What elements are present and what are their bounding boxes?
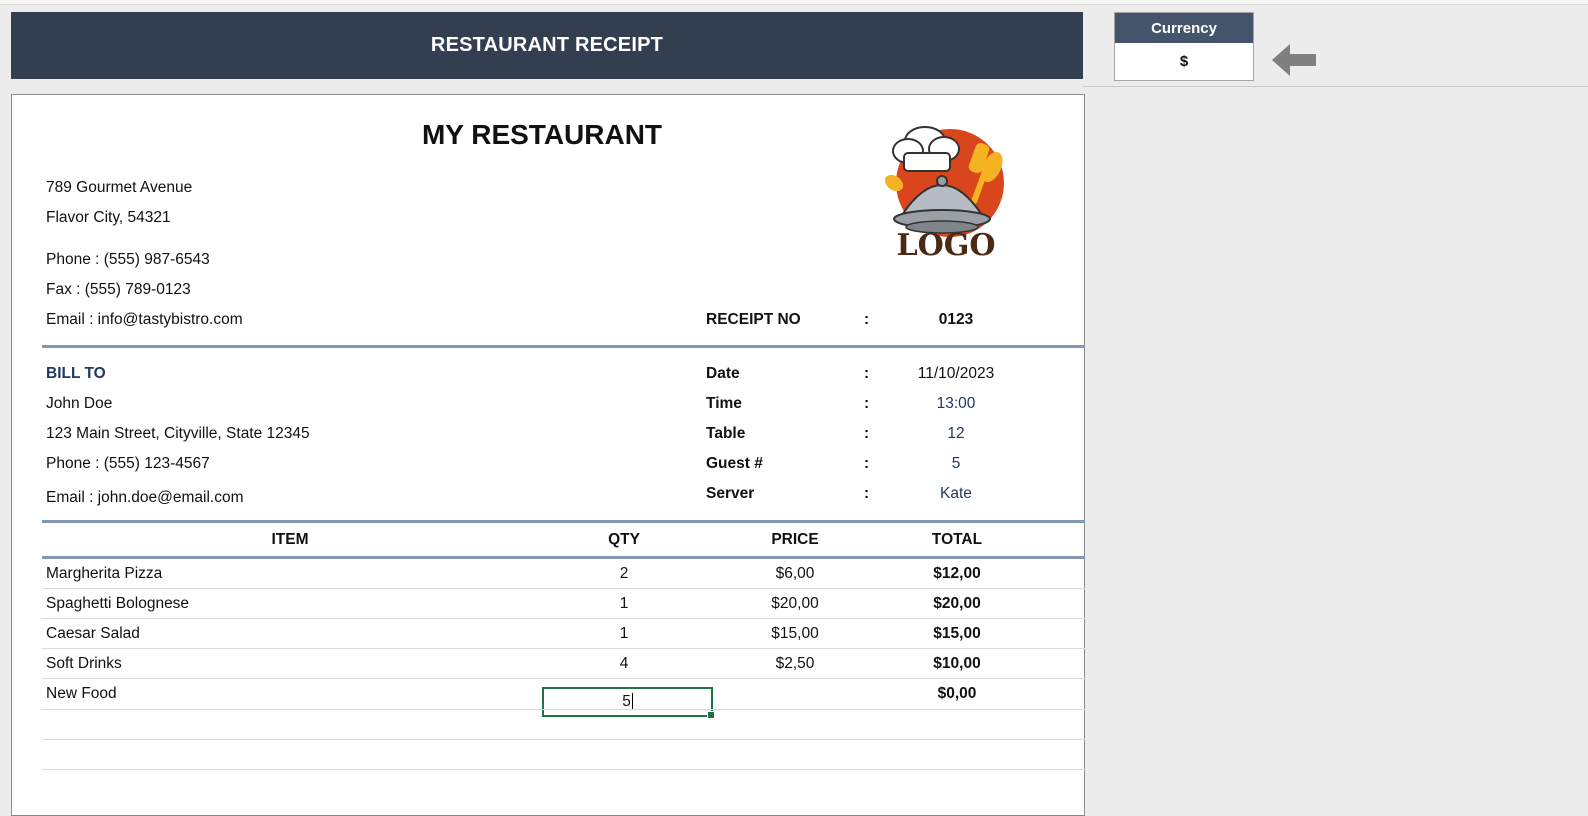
receipt-no-value[interactable]: 0123	[906, 311, 1006, 329]
detail-time-label: Time	[706, 395, 742, 412]
detail-guest-sep: :	[864, 455, 870, 472]
receipt-sheet: MY RESTAURANT 789 Gourmet Avenue Flavor …	[11, 94, 1085, 816]
restaurant-address-1: 789 Gourmet Avenue	[46, 179, 193, 196]
chef-cloche-logo-icon: LOGO	[884, 126, 1004, 263]
row-divider	[42, 739, 1085, 740]
sheet-top-strip	[0, 0, 1588, 5]
restaurant-name: MY RESTAURANT	[421, 119, 663, 150]
table-top-divider	[42, 520, 1085, 523]
logo-text: LOGO	[897, 228, 996, 263]
detail-server-sep: :	[864, 485, 870, 502]
section-divider	[42, 345, 1085, 348]
row-2-item[interactable]: Spaghetti Bolognese	[46, 595, 189, 613]
detail-guest-label: Guest #	[706, 455, 763, 472]
row-divider	[42, 648, 1085, 649]
restaurant-address-2: Flavor City, 54321	[46, 209, 171, 226]
bill-to-label: BILL TO	[46, 365, 106, 382]
row-3-item[interactable]: Caesar Salad	[46, 625, 140, 643]
row-5-item[interactable]: New Food	[46, 685, 117, 703]
detail-date-sep: :	[864, 365, 870, 382]
row-divider	[42, 618, 1085, 619]
row-2-qty[interactable]: 1	[538, 595, 710, 613]
detail-server-value[interactable]: Kate	[906, 485, 1006, 503]
restaurant-email: Email : info@tastybistro.com	[46, 311, 243, 328]
header-title-bar: RESTAURANT RECEIPT	[11, 12, 1083, 79]
header-title: RESTAURANT RECEIPT	[430, 34, 664, 56]
detail-server-label: Server	[706, 485, 755, 502]
row-4-qty[interactable]: 4	[538, 655, 710, 673]
row-4-total: $10,00	[933, 655, 981, 672]
receipt-no-sep: :	[864, 311, 870, 328]
arrow-left-icon	[1272, 44, 1316, 76]
restaurant-phone: Phone : (555) 987-6543	[46, 251, 210, 268]
row-2-total: $20,00	[933, 595, 981, 612]
col-header-total: TOTAL	[931, 531, 983, 548]
bill-to-name[interactable]: John Doe	[46, 395, 112, 413]
currency-label: Currency	[1115, 13, 1253, 43]
col-header-item: ITEM	[271, 531, 309, 548]
text-caret	[631, 693, 633, 711]
detail-date-label: Date	[706, 365, 740, 382]
detail-date-value[interactable]: 11/10/2023	[906, 365, 1006, 383]
row-4-price[interactable]: $2,50	[710, 655, 880, 673]
row-1-item[interactable]: Margherita Pizza	[46, 565, 162, 583]
active-cell-qty-input[interactable]: 5	[542, 687, 715, 719]
detail-guest-value[interactable]: 5	[906, 455, 1006, 473]
row-divider	[1083, 86, 1588, 87]
restaurant-fax: Fax : (555) 789-0123	[46, 281, 191, 298]
detail-table-value[interactable]: 12	[906, 425, 1006, 443]
row-3-total: $15,00	[933, 625, 981, 642]
bill-to-address[interactable]: 123 Main Street, Cityville, State 12345	[46, 425, 310, 443]
row-divider	[42, 709, 1085, 710]
currency-selector[interactable]: Currency $	[1114, 12, 1254, 81]
currency-value-cell[interactable]: $	[1115, 43, 1253, 79]
detail-time-value[interactable]: 13:00	[906, 395, 1006, 413]
row-divider	[42, 678, 1085, 679]
row-3-qty[interactable]: 1	[538, 625, 710, 643]
row-1-qty[interactable]: 2	[538, 565, 710, 583]
row-2-price[interactable]: $20,00	[710, 595, 880, 613]
receipt-no-label: RECEIPT NO	[706, 311, 801, 328]
restaurant-logo: LOGO	[880, 123, 1010, 263]
row-1-total: $12,00	[933, 565, 981, 582]
detail-table-label: Table	[706, 425, 746, 442]
row-divider	[42, 588, 1085, 589]
row-1-price[interactable]: $6,00	[710, 565, 880, 583]
row-5-qty: 5	[622, 693, 631, 710]
col-header-qty: QTY	[608, 531, 640, 548]
bill-to-phone[interactable]: Phone : (555) 123-4567	[46, 455, 210, 473]
row-3-price[interactable]: $15,00	[710, 625, 880, 643]
fill-handle[interactable]	[707, 711, 715, 719]
detail-time-sep: :	[864, 395, 870, 412]
bill-to-email[interactable]: Email : john.doe@email.com	[46, 489, 244, 507]
col-header-price: PRICE	[771, 531, 819, 548]
table-header-divider	[42, 556, 1085, 559]
row-divider	[42, 769, 1085, 770]
row-5-total: $0,00	[937, 685, 977, 702]
detail-table-sep: :	[864, 425, 870, 442]
row-4-item[interactable]: Soft Drinks	[46, 655, 122, 673]
